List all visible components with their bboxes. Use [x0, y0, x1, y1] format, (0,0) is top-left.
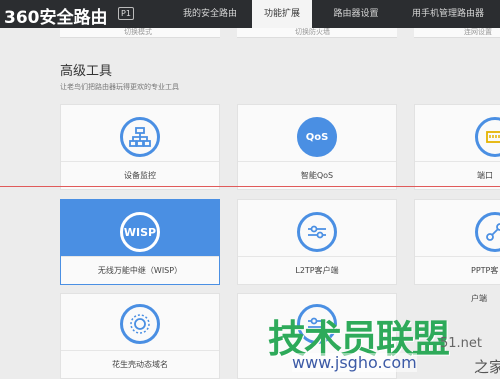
- app-logo: 360安全路由: [4, 8, 108, 28]
- prev-card-3[interactable]: 连网设置: [414, 28, 500, 38]
- prev-card-2[interactable]: 切换防火墙: [237, 28, 397, 38]
- card-wisp[interactable]: WISP 无线万能中继（WISP）: [60, 199, 220, 285]
- tab-my-router[interactable]: 我的安全路由: [168, 0, 252, 28]
- qos-icon-text: QoS: [305, 131, 329, 143]
- prev-card-label: 连网设置: [464, 28, 492, 36]
- card-label: PPTP客户端: [415, 256, 500, 303]
- card-peanut-ddns[interactable]: 花生壳动态域名: [60, 293, 220, 379]
- port-icon: [475, 117, 500, 157]
- tab-router-settings[interactable]: 路由器设置: [316, 0, 396, 28]
- card-label: 设备监控: [61, 161, 219, 189]
- qos-icon: QoS: [297, 117, 337, 157]
- section-subtitle: 让老鸟们把路由器玩得更欢的专业工具: [60, 83, 179, 91]
- watermark-side-2: 之家: [474, 358, 500, 376]
- section-title: 高级工具: [60, 64, 113, 79]
- card-smart-qos[interactable]: QoS 智能QoS: [237, 104, 397, 190]
- card-pptp[interactable]: PPTP客户端: [414, 199, 500, 303]
- red-divider-line: [0, 186, 500, 187]
- card-l2tp[interactable]: L2TP客户端: [237, 199, 397, 285]
- tab-mobile-manage[interactable]: 用手机管理路由器: [396, 0, 500, 28]
- card-label: 无线万能中继（WISP）: [61, 256, 219, 284]
- top-nav-bar: 360安全路由 P1 我的安全路由 功能扩展 路由器设置 用手机管理路由器: [0, 0, 500, 28]
- card-port-mapping[interactable]: 端口映射: [414, 104, 500, 208]
- link-icon: [475, 212, 500, 252]
- prev-card-label: 切换防火墙: [295, 28, 330, 36]
- card-label: 花生壳动态域名: [61, 350, 219, 378]
- model-badge: P1: [118, 7, 134, 20]
- sliders-icon: [297, 212, 337, 252]
- prev-card-1[interactable]: 切换模式: [60, 28, 220, 38]
- tab-feature-extensions[interactable]: 功能扩展: [252, 0, 312, 28]
- watermark-url: www.jsgho.com: [292, 353, 417, 372]
- card-label: 端口映射: [415, 161, 500, 208]
- wisp-icon: WISP: [120, 212, 160, 252]
- card-label: L2TP客户端: [238, 256, 396, 284]
- network-topology-icon: [120, 117, 160, 157]
- wisp-icon-text: WISP: [123, 225, 157, 239]
- card-device-monitor[interactable]: 设备监控: [60, 104, 220, 190]
- prev-card-label: 切换模式: [124, 28, 152, 36]
- card-label: 智能QoS: [238, 161, 396, 189]
- peanut-ring-icon: [120, 304, 160, 344]
- watermark-side: 51.net: [440, 336, 483, 351]
